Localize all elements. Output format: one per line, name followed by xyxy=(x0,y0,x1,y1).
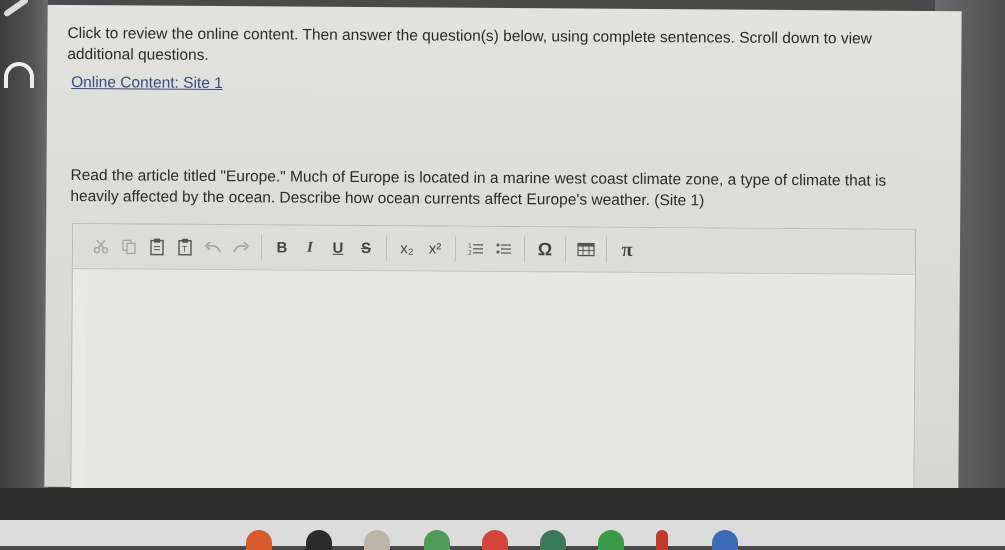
undo-icon[interactable] xyxy=(199,235,227,259)
underline-button[interactable]: U xyxy=(324,236,352,260)
toolbar-separator xyxy=(564,236,567,263)
toolbar-separator xyxy=(523,236,526,263)
svg-text:T: T xyxy=(181,245,187,254)
bold-button[interactable]: B xyxy=(268,235,296,259)
copy-icon[interactable] xyxy=(115,234,143,258)
italic-button[interactable]: I xyxy=(296,236,324,260)
assignment-page: Click to review the online content. Then… xyxy=(44,4,962,499)
svg-text:2: 2 xyxy=(468,250,472,256)
svg-text:1: 1 xyxy=(468,243,472,250)
rich-text-editor: T B I U S x₂ x² 12 Ω π xyxy=(70,222,917,499)
bullet-list-icon[interactable] xyxy=(490,237,518,261)
app-icon[interactable] xyxy=(364,530,390,550)
app-icon[interactable] xyxy=(246,530,272,550)
toolbar-separator xyxy=(605,236,608,263)
screen-bezel-left xyxy=(0,0,48,490)
ordered-list-icon[interactable]: 12 xyxy=(462,237,490,261)
question-text: Read the article titled "Europe." Much o… xyxy=(70,166,887,210)
app-icon[interactable] xyxy=(540,530,566,550)
toolbar-separator xyxy=(260,234,263,261)
instructions-text: Click to review the online content. Then… xyxy=(67,24,872,64)
paste-text-icon[interactable]: T xyxy=(171,235,199,259)
table-icon[interactable] xyxy=(572,237,600,261)
toolbar-separator xyxy=(454,235,457,262)
pi-button[interactable]: π xyxy=(613,238,641,262)
app-icon[interactable] xyxy=(598,530,624,550)
app-icon[interactable] xyxy=(712,530,738,550)
subscript-button[interactable]: x₂ xyxy=(393,236,421,260)
superscript-button[interactable]: x² xyxy=(421,236,449,260)
arc-icon xyxy=(4,62,34,88)
answer-input[interactable] xyxy=(85,270,915,498)
app-icon[interactable] xyxy=(482,530,508,550)
online-content-link[interactable]: Online Content: Site 1 xyxy=(71,74,223,93)
cut-icon[interactable] xyxy=(87,234,115,258)
app-icon[interactable] xyxy=(306,530,332,550)
omega-button[interactable]: Ω xyxy=(531,237,559,261)
strikethrough-button[interactable]: S xyxy=(352,236,380,260)
editor-toolbar: T B I U S x₂ x² 12 Ω π xyxy=(72,223,916,275)
app-icon[interactable] xyxy=(656,530,668,550)
pen-icon xyxy=(2,0,30,18)
redo-icon[interactable] xyxy=(227,235,255,259)
toolbar-separator xyxy=(385,235,388,262)
paste-icon[interactable] xyxy=(143,234,171,258)
app-icon[interactable] xyxy=(424,530,450,550)
